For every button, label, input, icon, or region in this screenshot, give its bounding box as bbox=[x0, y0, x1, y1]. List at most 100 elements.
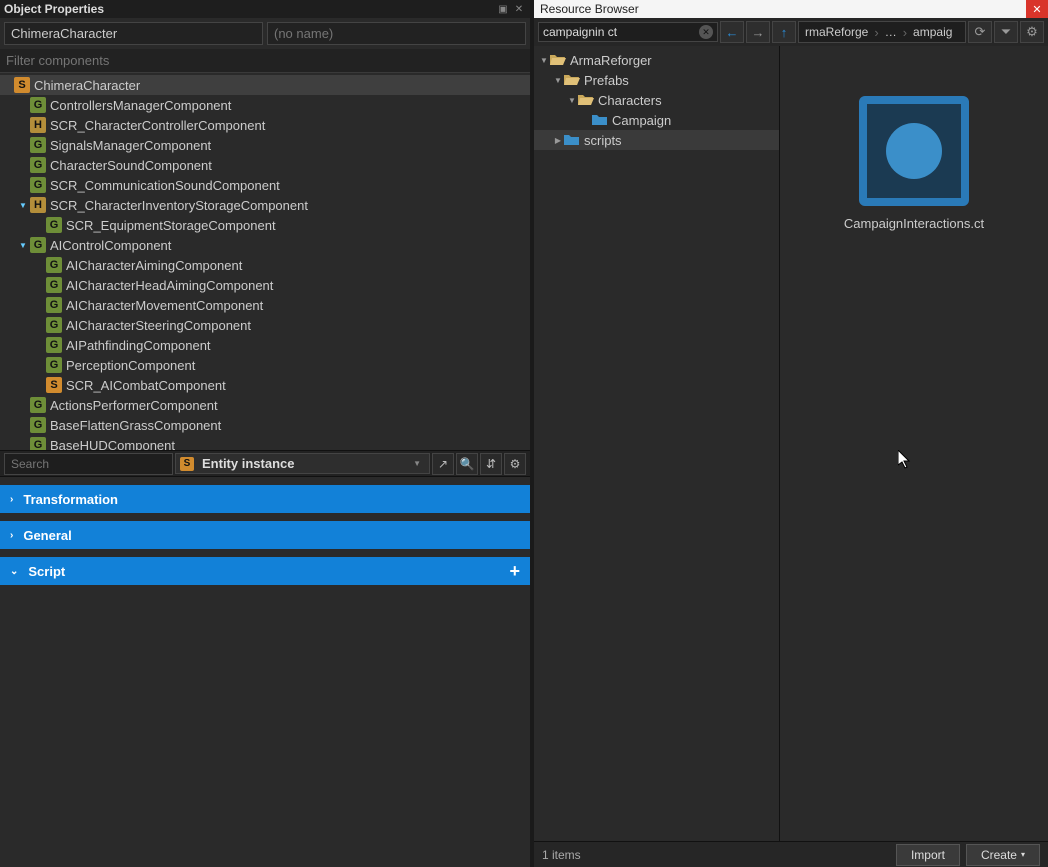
undock-icon[interactable]: ▣ bbox=[496, 2, 510, 16]
component-tree-item[interactable]: GSCR_EquipmentStorageComponent bbox=[0, 215, 530, 235]
folder-tree-item[interactable]: ▼Characters bbox=[534, 90, 779, 110]
settings-button[interactable]: ⚙ bbox=[504, 453, 526, 475]
component-label: AIPathfindingComponent bbox=[66, 338, 211, 353]
component-tree-item[interactable]: GSignalsManagerComponent bbox=[0, 135, 530, 155]
folder-icon bbox=[564, 134, 580, 146]
component-badge-icon: S bbox=[14, 77, 30, 93]
component-tree-item[interactable]: GBaseFlattenGrassComponent bbox=[0, 415, 530, 435]
folder-tree-item[interactable]: ▼Prefabs bbox=[534, 70, 779, 90]
folder-icon bbox=[550, 54, 566, 66]
component-badge-icon: G bbox=[46, 317, 62, 333]
component-tree-item[interactable]: GSCR_CommunicationSoundComponent bbox=[0, 175, 530, 195]
import-button[interactable]: Import bbox=[896, 844, 960, 866]
section-script[interactable]: ⌄ Script + bbox=[0, 557, 530, 585]
component-label: SCR_CommunicationSoundComponent bbox=[50, 178, 280, 193]
search-button[interactable]: 🔍 bbox=[456, 453, 478, 475]
folder-tree-item[interactable]: ▶scripts bbox=[534, 130, 779, 150]
resource-toolbar: ✕ ← → ↑ rmaReforge › … › ampaig ⟳ ⏷ ⚙ bbox=[534, 18, 1048, 46]
nav-forward-button[interactable]: → bbox=[746, 21, 770, 43]
close-window-button[interactable]: ✕ bbox=[1026, 0, 1048, 18]
tree-view-button[interactable]: ⇵ bbox=[480, 453, 502, 475]
component-label: AICharacterMovementComponent bbox=[66, 298, 263, 313]
component-tree-item[interactable]: GPerceptionComponent bbox=[0, 355, 530, 375]
entity-chip[interactable]: S Entity instance ▼ bbox=[175, 453, 430, 474]
resource-search-box[interactable]: ✕ bbox=[538, 22, 718, 42]
nav-back-button[interactable]: ← bbox=[720, 21, 744, 43]
status-text: 1 items bbox=[542, 848, 890, 862]
refresh-button[interactable]: ⟳ bbox=[968, 21, 992, 43]
resource-content-area[interactable]: CampaignInteractions.ct bbox=[780, 46, 1048, 841]
crumb[interactable]: … bbox=[879, 25, 903, 39]
component-label: AIControlComponent bbox=[50, 238, 171, 253]
component-tree-item[interactable]: HSCR_CharacterControllerComponent bbox=[0, 115, 530, 135]
resource-search-input[interactable] bbox=[543, 25, 699, 39]
resource-browser-panel: Resource Browser ✕ ✕ ← → ↑ rmaReforge › … bbox=[534, 0, 1048, 867]
component-tree-item[interactable]: GAICharacterAimingComponent bbox=[0, 255, 530, 275]
component-tree-item[interactable]: ▼HSCR_CharacterInventoryStorageComponent bbox=[0, 195, 530, 215]
chevron-right-icon: › bbox=[10, 494, 13, 505]
chevron-right-icon[interactable]: ▶ bbox=[552, 136, 564, 145]
component-badge-icon: H bbox=[30, 117, 46, 133]
entity-chip-label: Entity instance bbox=[202, 456, 294, 471]
component-badge-icon: G bbox=[46, 257, 62, 273]
property-search-input[interactable] bbox=[4, 453, 173, 475]
section-general[interactable]: › General bbox=[0, 521, 530, 549]
component-tree-item[interactable]: G AICharacterMovementComponent bbox=[0, 295, 530, 315]
chevron-down-icon[interactable]: ▼ bbox=[538, 56, 550, 65]
folder-label: ArmaReforger bbox=[570, 53, 652, 68]
breadcrumb[interactable]: rmaReforge › … › ampaig bbox=[798, 21, 966, 43]
crumb[interactable]: rmaReforge bbox=[799, 25, 874, 39]
entity-name-input[interactable] bbox=[4, 22, 263, 45]
component-tree-item[interactable]: G AIPathfindingComponent bbox=[0, 335, 530, 355]
component-badge-icon: G bbox=[46, 277, 62, 293]
folder-tree-item[interactable]: ▼ ArmaReforger bbox=[534, 50, 779, 70]
property-search-row: S Entity instance ▼ ↗ 🔍 ⇵ ⚙ bbox=[0, 451, 530, 477]
component-tree-item[interactable]: ▼GAIControlComponent bbox=[0, 235, 530, 255]
component-tree-item[interactable]: GBaseHUDComponent bbox=[0, 435, 530, 451]
component-tree-item[interactable]: GCharacterSoundComponent bbox=[0, 155, 530, 175]
chevron-down-icon[interactable]: ▼ bbox=[16, 241, 30, 250]
close-panel-icon[interactable]: ✕ bbox=[512, 2, 526, 16]
component-label: ControllersManagerComponent bbox=[50, 98, 231, 113]
component-tree-item[interactable]: SSCR_AICombatComponent bbox=[0, 375, 530, 395]
component-badge-icon: G bbox=[30, 97, 46, 113]
section-transformation[interactable]: › Transformation bbox=[0, 485, 530, 513]
component-tree[interactable]: SChimeraCharacter G ControllersManagerComp… bbox=[0, 73, 530, 451]
component-badge-icon: G bbox=[46, 297, 62, 313]
component-label: CharacterSoundComponent bbox=[50, 158, 212, 173]
nav-up-button[interactable]: ↑ bbox=[772, 21, 796, 43]
open-external-button[interactable]: ↗ bbox=[432, 453, 454, 475]
component-tree-item[interactable]: G ControllersManagerComponent bbox=[0, 95, 530, 115]
resource-browser-title: Resource Browser bbox=[540, 2, 1026, 16]
component-badge-icon: G bbox=[46, 217, 62, 233]
section-label: Script bbox=[28, 564, 65, 579]
filter-button[interactable]: ⏷ bbox=[994, 21, 1018, 43]
folder-tree[interactable]: ▼ ArmaReforger ▼Prefabs▼CharactersCampaign… bbox=[534, 46, 780, 841]
section-label: General bbox=[23, 528, 71, 543]
component-tree-item[interactable]: SChimeraCharacter bbox=[0, 75, 530, 95]
component-tree-item[interactable]: GActionsPerformerComponent bbox=[0, 395, 530, 415]
file-thumbnail[interactable] bbox=[859, 96, 969, 206]
entity-name-row bbox=[0, 18, 530, 49]
section-label: Transformation bbox=[23, 492, 118, 507]
chevron-down-icon[interactable]: ▼ bbox=[566, 96, 578, 105]
settings-button[interactable]: ⚙ bbox=[1020, 21, 1044, 43]
component-badge-icon: G bbox=[46, 337, 62, 353]
chevron-down-icon[interactable]: ▼ bbox=[552, 76, 564, 85]
folder-tree-item[interactable]: Campaign bbox=[534, 110, 779, 130]
component-tree-item[interactable]: GAICharacterSteeringComponent bbox=[0, 315, 530, 335]
resource-browser-titlebar: Resource Browser ✕ bbox=[534, 0, 1048, 18]
crumb[interactable]: ampaig bbox=[907, 25, 958, 39]
create-button[interactable]: Create▾ bbox=[966, 844, 1040, 866]
component-badge-icon: G bbox=[30, 417, 46, 433]
component-tree-item[interactable]: GAICharacterHeadAimingComponent bbox=[0, 275, 530, 295]
folder-icon bbox=[578, 94, 594, 106]
component-label: SignalsManagerComponent bbox=[50, 138, 211, 153]
filter-components-input[interactable] bbox=[0, 49, 530, 73]
entity-instance-name-input[interactable] bbox=[267, 22, 526, 45]
chevron-down-icon[interactable]: ▼ bbox=[16, 201, 30, 210]
component-label: SCR_CharacterInventoryStorageComponent bbox=[50, 198, 308, 213]
clear-search-icon[interactable]: ✕ bbox=[699, 25, 713, 39]
add-icon[interactable]: + bbox=[509, 561, 520, 582]
component-label: ActionsPerformerComponent bbox=[50, 398, 218, 413]
